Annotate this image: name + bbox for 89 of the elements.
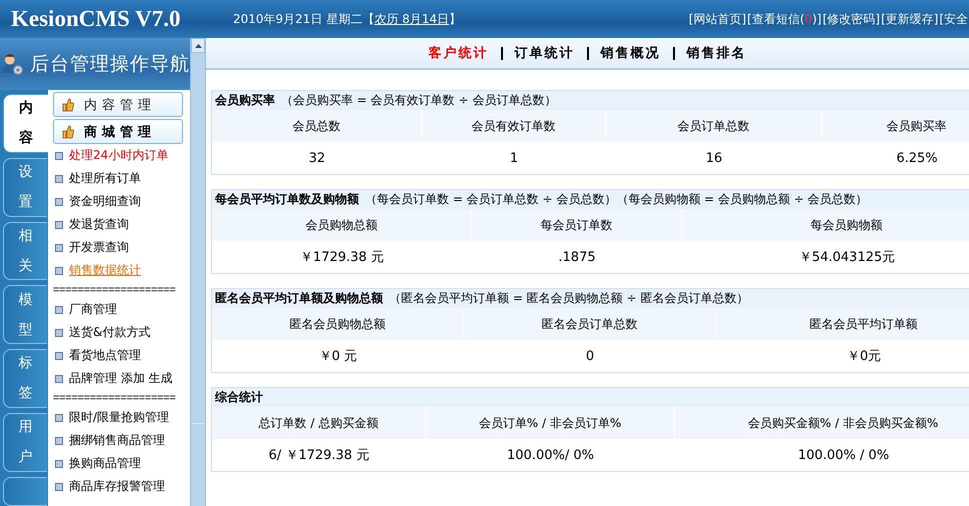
menu-link[interactable]: 厂商管理 — [69, 301, 117, 318]
bullet-icon — [55, 482, 63, 490]
side-tab[interactable]: 标签 — [3, 349, 47, 408]
table-cell-text: 0 — [584, 348, 596, 366]
table-cell-text: 16 — [704, 150, 724, 168]
menu-link[interactable]: 商品库存报警管理 — [69, 478, 165, 495]
column-header: 会员购买金额% / 非会员购买金额% — [675, 407, 969, 439]
table-cell-text: 100.00%/ 0% — [506, 446, 595, 464]
stats-tab[interactable]: 客户统计 — [428, 44, 488, 62]
table-cell-text: ￥1729.38 元 — [299, 249, 385, 267]
nav-title: 后台管理操作导航 — [30, 52, 190, 77]
panel-title: 每会员平均订单数及购物额 — [215, 191, 359, 208]
date-text: 2010年9月21日 星期二【 — [233, 12, 374, 26]
header-link[interactable]: [更新缓存] — [880, 10, 938, 28]
column-header: 总订单数 / 总购买金额 — [212, 407, 426, 439]
bullet-icon — [55, 306, 63, 314]
table-cell-text: ￥54.043125元 — [798, 249, 896, 267]
header-link[interactable]: [查看短信(0)] — [747, 10, 822, 28]
column-header: 匿名会员平均订单额 — [716, 308, 969, 340]
logo-text: KesionCMS V7.0 — [11, 6, 182, 32]
column-header: 每会员购物额 — [682, 209, 969, 241]
bullet-icon — [55, 460, 63, 468]
separator-text: ==================== — [53, 391, 176, 406]
menu-link[interactable]: 看货地点管理 — [69, 347, 141, 364]
thumbs-up-icon — [62, 124, 74, 138]
bullet-icon — [55, 244, 63, 252]
bullet-icon — [55, 414, 63, 422]
side-tab[interactable]: 模型 — [3, 285, 47, 344]
column-header: 会员订单% / 非会员订单% — [426, 407, 675, 439]
bracket-text: 】 — [448, 12, 461, 26]
table-cell-text: 32 — [308, 150, 326, 168]
formula-text: （会员购买率 = 会员有效订单数 ÷ 会员订单总数） — [281, 92, 556, 109]
menu-link[interactable]: 送货&付款方式 — [69, 324, 150, 341]
side-tab[interactable]: 相关 — [3, 222, 47, 280]
bullet-icon — [55, 328, 63, 336]
bullet-icon — [55, 352, 63, 360]
column-header: 会员有效订单数 — [422, 110, 606, 142]
panel-title: 会员购买率 — [215, 92, 275, 109]
menu-link[interactable]: 发退货查询 — [69, 216, 129, 233]
table-cell-text: 100.00% / 0% — [796, 446, 890, 464]
bullet-icon — [55, 374, 63, 382]
menu-link[interactable]: 捆绑销售商品管理 — [69, 432, 165, 449]
menu-header-button[interactable]: 商城管理 — [53, 119, 183, 144]
menu-link[interactable]: 限时/限量抢购管理 — [69, 409, 170, 426]
scroll-up-icon[interactable] — [194, 44, 202, 48]
header-link[interactable]: [网站首页] — [688, 10, 746, 28]
bullet-icon — [55, 198, 63, 206]
panel-title: 综合统计 — [215, 389, 263, 406]
bullet-icon — [55, 436, 63, 444]
stats-tab[interactable]: 订单统计 — [514, 44, 574, 62]
thumbs-up-icon — [62, 98, 74, 112]
header-link[interactable]: [修改密码] — [822, 10, 880, 28]
scrollbar[interactable] — [190, 38, 205, 506]
column-header: 会员购买率 — [822, 110, 969, 142]
stats-tab[interactable]: 销售排名 — [686, 44, 746, 62]
header-link[interactable]: [安全 — [939, 10, 968, 28]
table-cell-text: 6.25% — [895, 150, 939, 168]
menu-link[interactable]: 处理24小时内订单 — [69, 147, 168, 164]
menu-link[interactable]: 换购商品管理 — [69, 455, 141, 472]
table-cell-text: ￥0 元 — [318, 348, 358, 366]
menu-link[interactable]: 资金明细查询 — [69, 193, 141, 210]
bullet-icon — [55, 152, 63, 160]
table-cell-text: 1 — [508, 150, 520, 168]
bullet-icon — [55, 220, 63, 228]
side-tab[interactable]: 设置 — [3, 158, 47, 217]
table-cell-text: 6/ ￥1729.38 元 — [268, 447, 370, 465]
column-header: 匿名会员购物总额 — [212, 308, 464, 340]
formula-text: （每会员订单数 = 会员订单总数 ÷ 会员总数）（每会员购物额 = 会员购物总额 ÷ 会员总数） — [365, 191, 868, 208]
column-header: 会员总数 — [212, 110, 422, 142]
column-header: 会员购物总额 — [212, 209, 472, 241]
column-header: 每会员订单数 — [472, 209, 682, 241]
column-header: 会员订单总数 — [606, 110, 822, 142]
table-cell-text: ￥0元 — [846, 348, 882, 366]
menu-link[interactable]: 处理所有订单 — [69, 170, 141, 187]
formula-text: （匿名会员平均订单额 = 匿名会员购物总额 ÷ 匿名会员订单总数） — [389, 290, 748, 307]
menu-header-button[interactable]: 内容管理 — [53, 92, 183, 117]
stats-tab[interactable]: 销售概况 — [600, 44, 660, 62]
menu-link[interactable]: 开发票查询 — [69, 239, 129, 256]
column-header: 匿名会员订单总数 — [464, 308, 716, 340]
separator-text: ==================== — [53, 283, 176, 298]
side-tab[interactable]: 内容 — [3, 94, 48, 153]
panel-title: 匿名会员平均订单额及购物总额 — [215, 290, 383, 307]
bullet-icon — [55, 174, 63, 182]
menu-link[interactable]: 品牌管理 添加 生成 — [69, 370, 173, 387]
bullet-icon — [55, 266, 63, 274]
table-cell-text: .1875 — [557, 248, 597, 266]
side-tab[interactable]: 用户 — [3, 412, 47, 472]
side-tab[interactable] — [3, 476, 47, 506]
lunar-date-link[interactable]: 农历 8月14日 — [374, 12, 449, 26]
